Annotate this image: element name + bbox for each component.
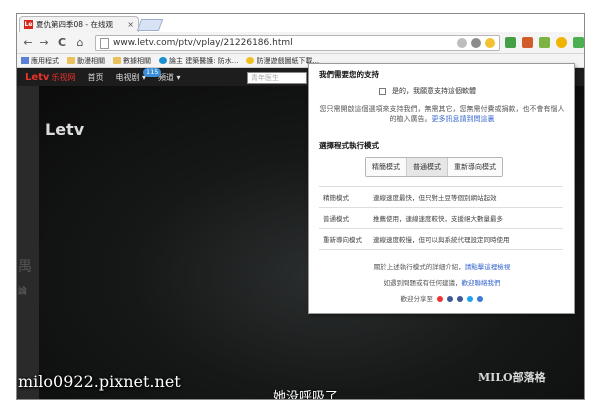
- nav-channels[interactable]: 頻道 ▾: [158, 72, 181, 83]
- extension-face-icon[interactable]: [556, 37, 567, 48]
- settings-icon[interactable]: [471, 38, 481, 48]
- nav-home[interactable]: 首页: [87, 72, 103, 83]
- bookmark-star-icon[interactable]: [485, 38, 495, 48]
- support-checkbox-label: 是的，我願意支持這個軟體: [392, 87, 476, 95]
- browser-tab[interactable]: Le 夏仇第四季08 - 在线观 ×: [19, 16, 139, 32]
- more-info-link[interactable]: 請點擊這裡檢視: [465, 263, 511, 271]
- reload-icon[interactable]: C: [55, 36, 69, 50]
- watermark-right: MILO部落格: [478, 371, 546, 384]
- support-heading: 我們需要您的支持: [319, 70, 379, 79]
- support-info-link[interactable]: 更多訊息請到問這裏: [432, 115, 495, 123]
- facebook-icon[interactable]: [447, 296, 454, 302]
- weibo-icon[interactable]: [437, 296, 444, 302]
- address-bar[interactable]: www.letv.com/ptv/vplay/21226186.html: [95, 35, 500, 51]
- left-side-panel: 禺 論: [17, 86, 39, 399]
- renren-icon[interactable]: [457, 296, 464, 302]
- page-icon: [100, 37, 109, 49]
- bookmark-item[interactable]: 動漫相關: [67, 56, 105, 66]
- bookmark-item[interactable]: 應用程式: [21, 56, 59, 66]
- url-text: www.letv.com/ptv/vplay/21226186.html: [113, 38, 293, 48]
- tab-title: 夏仇第四季08 - 在线观: [36, 20, 114, 29]
- mode-desc: 推薦使用，連線速度較快，支援絕大數量最多: [371, 207, 563, 229]
- extension-icon[interactable]: [457, 38, 467, 48]
- contact-link[interactable]: 歡迎聯絡我們: [462, 279, 501, 287]
- new-tab-button[interactable]: [136, 19, 164, 31]
- mode-lite-button[interactable]: 精簡模式: [366, 158, 407, 176]
- forward-icon[interactable]: →: [37, 36, 51, 50]
- side-char: 論: [18, 287, 28, 297]
- letv-logo[interactable]: Letv: [25, 72, 49, 83]
- qzone-icon[interactable]: [477, 296, 484, 302]
- mode-name: 精簡模式: [319, 186, 371, 208]
- mode-name: 普通模式: [319, 207, 371, 229]
- browser-toolbar: ← → C ⌂ www.letv.com/ptv/vplay/21226186.…: [17, 32, 584, 54]
- watermark-left: milo0922.pixnet.net: [18, 372, 181, 391]
- mode-redirect-button[interactable]: 重新導向模式: [448, 158, 502, 176]
- nav-tv-series[interactable]: 电视剧 ▾: [115, 72, 146, 83]
- mode-normal-button[interactable]: 普通模式: [407, 158, 448, 176]
- twitter-icon[interactable]: [467, 296, 474, 302]
- support-paragraph: 您只需開啟這個選項來支持我們，無需其它，您無需付費或捐款，也不會有惱人的植入廣告…: [319, 105, 565, 123]
- tab-strip: Le 夏仇第四季08 - 在线观 ×: [17, 14, 584, 32]
- extension-unblock-icon[interactable]: [573, 37, 584, 48]
- extension-check-icon[interactable]: [539, 37, 550, 48]
- mode-desc: 連線速度較慢，但可以與系統代理設定同時使用: [371, 228, 563, 250]
- side-char: 禺: [18, 259, 32, 275]
- video-watermark-logo: Letv: [45, 120, 85, 139]
- contact-line: 如遇到問題或有任何建議，歡迎聯絡我們: [383, 279, 501, 287]
- mode-button-group: 精簡模式 普通模式 重新導向模式: [365, 157, 503, 177]
- extension-tool-icon[interactable]: [522, 37, 533, 48]
- support-checkbox-row[interactable]: 是的，我願意支持這個軟體: [379, 86, 476, 96]
- mode-name: 重新導向模式: [319, 228, 371, 250]
- site-search-input[interactable]: 青年医生: [247, 72, 307, 84]
- count-badge: 115: [143, 68, 162, 77]
- more-info-line: 關於上述執行模式的詳細介紹，請點擊這裡檢視: [373, 263, 511, 271]
- mode-table: 精簡模式 連線速度最快，但只對土豆等個別網站起效 普通模式 推薦使用，連線速度較…: [319, 186, 563, 250]
- mode-desc: 連線速度最快，但只對土豆等個別網站起效: [371, 186, 563, 208]
- back-icon[interactable]: ←: [21, 36, 35, 50]
- extension-arrow-icon[interactable]: [505, 37, 516, 48]
- letv-logo-sub: 乐视网: [51, 72, 76, 82]
- video-subtitle: 她没呼吸了: [273, 390, 339, 400]
- bookmark-item[interactable]: 論主 建築醫護: 防水...: [159, 56, 238, 66]
- table-row: 普通模式 推薦使用，連線速度較快，支援絕大數量最多: [319, 207, 563, 229]
- extension-popup: 我們需要您的支持 是的，我願意支持這個軟體 您只需開啟這個選項來支持我們，無需其…: [308, 63, 575, 314]
- letv-favicon-icon: Le: [24, 20, 33, 29]
- share-line: 歡迎分享至: [319, 293, 565, 303]
- support-checkbox[interactable]: [379, 87, 386, 95]
- table-row: 精簡模式 連線速度最快，但只對土豆等個別網站起效: [319, 186, 563, 208]
- bookmark-item[interactable]: 數據相關: [113, 56, 151, 66]
- close-tab-icon[interactable]: ×: [127, 20, 134, 29]
- table-row: 重新導向模式 連線速度較慢，但可以與系統代理設定同時使用: [319, 228, 563, 250]
- mode-heading: 選擇程式執行模式: [319, 141, 379, 150]
- home-icon[interactable]: ⌂: [73, 36, 87, 50]
